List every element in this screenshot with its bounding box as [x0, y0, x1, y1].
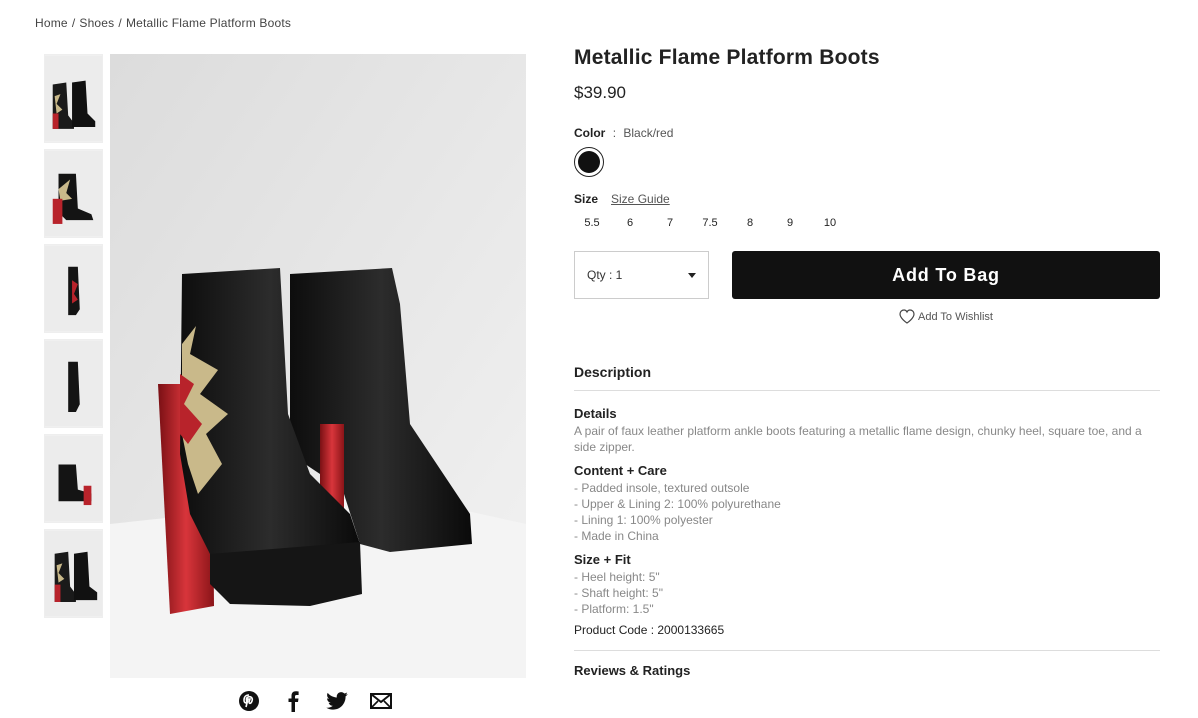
- size-fit-line: - Shaft height: 5": [574, 586, 663, 600]
- thumbnail-1[interactable]: [44, 54, 103, 143]
- size-guide-link[interactable]: Size Guide: [611, 192, 670, 206]
- content-care-line: - Upper & Lining 2: 100% polyurethane: [574, 497, 781, 511]
- reviews-heading[interactable]: Reviews & Ratings: [574, 663, 1160, 678]
- breadcrumb-separator: /: [71, 16, 76, 30]
- thumbnail-5[interactable]: [44, 434, 103, 523]
- breadcrumb-separator: /: [118, 16, 122, 30]
- product-code: Product Code : 2000133665: [574, 623, 725, 637]
- size-fit-list: - Heel height: 5" - Shaft height: 5" - P…: [574, 569, 1160, 617]
- content-care-line: - Padded insole, textured outsole: [574, 481, 750, 495]
- quantity-label: Qty : 1: [587, 268, 623, 282]
- details-title: Details: [574, 406, 617, 421]
- breadcrumb-home[interactable]: Home: [35, 16, 68, 30]
- heart-icon: [899, 309, 915, 324]
- share-bar: [237, 688, 393, 714]
- description-heading[interactable]: Description: [574, 364, 1160, 391]
- wishlist-label: Add To Wishlist: [918, 310, 993, 323]
- thumbnail-list: [44, 54, 103, 624]
- size-option[interactable]: 5.5: [574, 217, 610, 229]
- size-option[interactable]: 9: [770, 217, 810, 229]
- twitter-icon[interactable]: [325, 688, 349, 714]
- breadcrumb-current: Metallic Flame Platform Boots: [125, 16, 292, 30]
- facebook-icon[interactable]: [281, 688, 305, 714]
- content-care-title: Content + Care: [574, 463, 667, 478]
- details-text: A pair of faux leather platform ankle bo…: [574, 424, 1142, 454]
- color-swatch-dot: [578, 151, 600, 173]
- thumbnail-6[interactable]: [44, 529, 103, 618]
- size-fit-line: - Platform: 1.5": [574, 602, 654, 616]
- size-option[interactable]: 6: [610, 217, 650, 229]
- size-row: Size Size Guide: [574, 192, 1160, 206]
- color-row: Color : Black/red: [574, 126, 1160, 140]
- size-option[interactable]: 10: [810, 217, 850, 229]
- pinterest-icon[interactable]: [237, 688, 261, 714]
- size-option[interactable]: 8: [730, 217, 770, 229]
- color-value: Black/red: [623, 126, 674, 140]
- color-swatch-black[interactable]: [574, 147, 604, 177]
- content-care-list: - Padded insole, textured outsole - Uppe…: [574, 480, 1160, 544]
- buy-row: Qty : 1 Add To Bag: [574, 251, 1160, 299]
- chevron-down-icon: [688, 272, 696, 278]
- content-care-line: - Made in China: [574, 529, 659, 543]
- product-price: $39.90: [574, 83, 626, 102]
- divider: [574, 650, 1160, 651]
- size-fit-line: - Heel height: 5": [574, 570, 660, 584]
- email-icon[interactable]: [369, 688, 393, 714]
- breadcrumb-shoes[interactable]: Shoes: [79, 16, 114, 30]
- size-option[interactable]: 7.5: [690, 217, 730, 229]
- add-to-bag-button[interactable]: Add To Bag: [732, 251, 1160, 299]
- breadcrumb: Home / Shoes / Metallic Flame Platform Boots: [35, 16, 291, 30]
- thumbnail-2[interactable]: [44, 149, 103, 238]
- color-separator: :: [612, 126, 617, 140]
- size-option[interactable]: 7: [650, 217, 690, 229]
- thumbnail-3[interactable]: [44, 244, 103, 333]
- color-label: Color: [574, 126, 606, 140]
- product-main-image[interactable]: [110, 54, 526, 678]
- size-options: 5.5 6 7 7.5 8 9 10: [574, 217, 1160, 229]
- size-fit-title: Size + Fit: [574, 552, 631, 567]
- thumbnail-4[interactable]: [44, 339, 103, 428]
- content-care-line: - Lining 1: 100% polyester: [574, 513, 713, 527]
- quantity-select[interactable]: Qty : 1: [574, 251, 709, 299]
- product-info: Metallic Flame Platform Boots $39.90 Col…: [574, 46, 1160, 678]
- add-to-wishlist-button[interactable]: Add To Wishlist: [899, 309, 1160, 324]
- product-title: Metallic Flame Platform Boots: [574, 46, 880, 69]
- size-label: Size: [574, 192, 599, 206]
